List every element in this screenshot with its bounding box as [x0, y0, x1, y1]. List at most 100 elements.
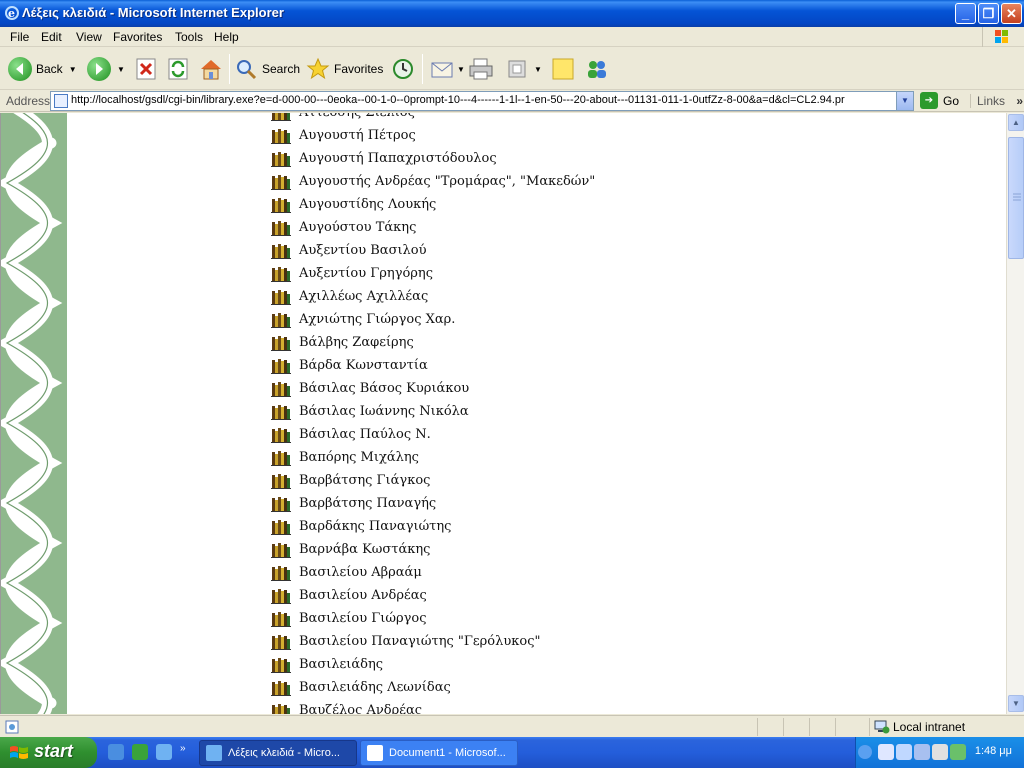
classifier-item-label[interactable]: Βασιλείου Παναγιώτης "Γερόλυκος"	[299, 634, 540, 649]
classifier-item-label[interactable]: Βάρδα Κωνσταντία	[299, 358, 428, 373]
classifier-item-label[interactable]: Αυγουστή Παπαχριστόδουλος	[299, 151, 497, 166]
bookshelf-icon[interactable]	[271, 243, 291, 259]
classifier-item-label[interactable]: Βασιλειάδης Λεωνίδας	[299, 680, 451, 695]
forward-button[interactable]: ▼	[87, 54, 125, 84]
scroll-up-button[interactable]: ▲	[1008, 114, 1024, 131]
back-button[interactable]: Back ▼	[8, 54, 77, 84]
bookshelf-icon[interactable]	[271, 565, 291, 581]
tray-collapse-icon[interactable]	[858, 745, 872, 759]
menu-view[interactable]: View	[76, 30, 102, 44]
bookshelf-icon[interactable]	[271, 128, 291, 144]
menu-file[interactable]: File	[10, 30, 29, 44]
bookshelf-icon[interactable]	[271, 657, 291, 673]
bookshelf-icon[interactable]	[271, 381, 291, 397]
bookshelf-icon[interactable]	[271, 611, 291, 627]
classifier-item-label[interactable]: Βάσιλας Παύλος Ν.	[299, 427, 431, 442]
bookshelf-icon[interactable]	[271, 427, 291, 443]
taskbar-item-ie[interactable]: Λέξεις κλειδιά - Micro...	[199, 740, 357, 766]
classifier-item-label[interactable]: Αττεόσης Σίελιος	[299, 113, 415, 120]
edit-button[interactable]: ▼	[506, 54, 542, 84]
taskbar-item-word[interactable]: Document1 - Microsof...	[360, 740, 518, 766]
classifier-item-label[interactable]: Αυγούστου Τάκης	[299, 220, 416, 235]
quicklaunch-ie-icon[interactable]	[156, 744, 172, 760]
classifier-item-label[interactable]: Αχιλλέως Αχιλλέας	[299, 289, 428, 304]
classifier-item-label[interactable]: Βαρδάκης Παναγιώτης	[299, 519, 451, 534]
menu-favorites[interactable]: Favorites	[113, 30, 162, 44]
classifier-item-label[interactable]: Βάσιλας Βάσος Κυριάκου	[299, 381, 469, 396]
classifier-item-label[interactable]: Βασιλείου Αβραάμ	[299, 565, 422, 580]
bookshelf-icon[interactable]	[271, 680, 291, 696]
classifier-item-label[interactable]: Βασιλείου Ανδρέας	[299, 588, 427, 603]
vertical-scrollbar[interactable]: ▲ ▼	[1006, 113, 1024, 714]
mail-button[interactable]: ▼	[430, 54, 465, 84]
tray-icon[interactable]	[896, 744, 912, 760]
classifier-item-label[interactable]: Αυγουστής Ανδρέας "Τρομάρας", "Μακεδών"	[299, 174, 595, 189]
tray-icon[interactable]	[878, 744, 894, 760]
messenger-button[interactable]	[584, 54, 610, 84]
bookshelf-icon[interactable]	[271, 588, 291, 604]
bookshelf-icon[interactable]	[271, 404, 291, 420]
refresh-button[interactable]	[167, 54, 189, 84]
mail-dropdown-icon[interactable]: ▼	[457, 65, 465, 74]
quicklaunch-media-icon[interactable]	[132, 744, 148, 760]
address-dropdown-icon[interactable]: ▼	[896, 92, 913, 110]
quicklaunch-desktop-icon[interactable]	[108, 744, 124, 760]
bookshelf-icon[interactable]	[271, 312, 291, 328]
bookshelf-icon[interactable]	[271, 542, 291, 558]
classifier-item-label[interactable]: Αυξεντίου Βασιλού	[299, 243, 427, 258]
go-button[interactable]: ➔ Go	[920, 92, 959, 109]
classifier-item-label[interactable]: Βαρβάτσης Γιάγκος	[299, 473, 430, 488]
classifier-item-label[interactable]: Βαυζέλος Ανδρέας	[299, 703, 422, 714]
classifier-item-label[interactable]: Βασιλείου Γιώργος	[299, 611, 426, 626]
bookshelf-icon[interactable]	[271, 519, 291, 535]
bookshelf-icon[interactable]	[271, 197, 291, 213]
bookshelf-icon[interactable]	[271, 113, 291, 121]
favorites-button[interactable]: Favorites	[306, 54, 383, 84]
bookshelf-icon[interactable]	[271, 473, 291, 489]
bookshelf-icon[interactable]	[271, 496, 291, 512]
minimize-button[interactable]: _	[955, 3, 976, 24]
home-button[interactable]	[198, 54, 224, 84]
classifier-item-label[interactable]: Βάλβης Ζαφείρης	[299, 335, 414, 350]
history-button[interactable]	[390, 54, 416, 84]
bookshelf-icon[interactable]	[271, 358, 291, 374]
scroll-thumb[interactable]	[1008, 137, 1024, 259]
bookshelf-icon[interactable]	[271, 174, 291, 190]
forward-dropdown-icon[interactable]: ▼	[117, 65, 125, 74]
bookshelf-icon[interactable]	[271, 703, 291, 714]
classifier-item-label[interactable]: Βάσιλας Ιωάννης Νικόλα	[299, 404, 469, 419]
bookshelf-icon[interactable]	[271, 335, 291, 351]
classifier-item-label[interactable]: Βαρνάβα Κωστάκης	[299, 542, 430, 557]
menu-help[interactable]: Help	[214, 30, 239, 44]
classifier-item-label[interactable]: Αυξεντίου Γρηγόρης	[299, 266, 433, 281]
address-input[interactable]: http://localhost/gsdl/cgi-bin/library.ex…	[50, 91, 914, 111]
stop-button[interactable]	[135, 54, 157, 84]
menu-edit[interactable]: Edit	[41, 30, 62, 44]
classifier-item-label[interactable]: Αυγουστή Πέτρος	[299, 128, 416, 143]
bookshelf-icon[interactable]	[271, 151, 291, 167]
bookshelf-icon[interactable]	[271, 220, 291, 236]
links-toolbar[interactable]: Links »	[970, 94, 1023, 108]
close-button[interactable]: ✕	[1001, 3, 1022, 24]
classifier-item-label[interactable]: Βαρβάτσης Παναγής	[299, 496, 436, 511]
classifier-item-label[interactable]: Βασιλειάδης	[299, 657, 383, 672]
restore-button[interactable]: ❐	[978, 3, 999, 24]
quicklaunch-more-icon[interactable]: »	[180, 743, 186, 754]
classifier-item-label[interactable]: Αυγουστίδης Λουκής	[299, 197, 436, 212]
title-bar[interactable]: e Λέξεις κλειδιά - Microsoft Internet Ex…	[0, 0, 1024, 27]
bookshelf-icon[interactable]	[271, 266, 291, 282]
print-button[interactable]	[467, 54, 495, 84]
edit-dropdown-icon[interactable]: ▼	[534, 65, 542, 74]
bookshelf-icon[interactable]	[271, 450, 291, 466]
search-button[interactable]: Search	[234, 54, 300, 84]
scroll-down-button[interactable]: ▼	[1008, 695, 1024, 712]
tray-icon[interactable]	[932, 744, 948, 760]
classifier-item-label[interactable]: Αχνιώτης Γιώργος Χαρ.	[299, 312, 455, 327]
menu-tools[interactable]: Tools	[175, 30, 203, 44]
bookshelf-icon[interactable]	[271, 634, 291, 650]
back-dropdown-icon[interactable]: ▼	[69, 65, 77, 74]
address-url[interactable]: http://localhost/gsdl/cgi-bin/library.ex…	[71, 94, 891, 106]
discuss-button[interactable]	[551, 54, 575, 84]
classifier-item-label[interactable]: Βαπόρης Μιχάλης	[299, 450, 419, 465]
tray-icon[interactable]	[950, 744, 966, 760]
